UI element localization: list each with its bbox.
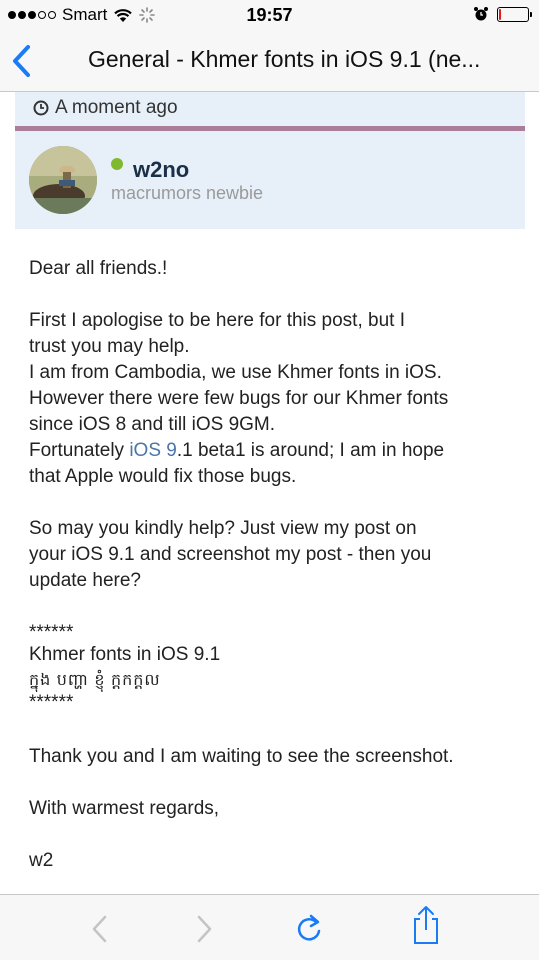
reload-icon [297, 914, 321, 941]
author-name[interactable]: w2no [133, 157, 189, 183]
post-text-line: trust you may help. [29, 336, 190, 357]
browser-toolbar [0, 894, 539, 960]
author-info: w2no macrumors newbie [15, 131, 525, 229]
navigation-bar: General - Khmer fonts in iOS 9.1 (ne... [0, 30, 539, 92]
post-text-line: I am from Cambodia, we use Khmer fonts i… [29, 362, 442, 383]
chevron-left-icon [92, 915, 107, 943]
share-icon [414, 906, 438, 944]
timestamp-label: A moment ago [55, 97, 178, 118]
browser-forward-button[interactable] [186, 911, 222, 947]
post-text-fragment: Fortunately [29, 440, 130, 461]
ios9-link[interactable]: iOS 9 [129, 440, 177, 461]
post-text-line: update here? [29, 570, 141, 591]
post-text-line: your iOS 9.1 and screenshot my post - th… [29, 544, 432, 565]
status-time: 19:57 [246, 5, 293, 25]
post-text-line: However there were few bugs for our Khme… [29, 388, 449, 409]
post-text-line: Fortunately iOS 9.1 beta1 is around; I a… [29, 438, 519, 464]
post-text-stars: ****** [29, 692, 74, 713]
page-title: General - Khmer fonts in iOS 9.1 (ne... [88, 46, 481, 72]
post-text-line: So may you kindly help? Just view my pos… [29, 518, 417, 539]
status-right [473, 6, 532, 22]
status-bar: Smart 19:57 [0, 0, 539, 30]
battery-level [499, 8, 501, 20]
reload-button[interactable] [291, 911, 327, 947]
post-text-fragment: .1 beta1 is around; I am in hope [176, 440, 445, 461]
post-text-regards: With warmest regards, [29, 798, 220, 819]
battery-icon [497, 6, 532, 22]
post-text-greeting: Dear all friends.! [29, 258, 168, 279]
post-meta-bar: A moment ago [15, 92, 525, 126]
avatar-image [29, 146, 97, 214]
avatar[interactable] [29, 146, 97, 214]
online-status-indicator [111, 158, 123, 170]
post-text-line: that Apple would fix those bugs. [29, 466, 297, 487]
post-text-font-label: Khmer fonts in iOS 9.1 [29, 644, 221, 665]
alarm-clock-icon [474, 7, 488, 21]
post-text-thanks: Thank you and I am waiting to see the sc… [29, 746, 454, 767]
browser-back-button[interactable] [82, 911, 118, 947]
post-body: Dear all friends.! First I apologise to … [15, 232, 525, 894]
post-text-line: First I apologise to be here for this po… [29, 310, 405, 331]
post-timestamp[interactable]: A moment ago [33, 97, 178, 119]
post-text-line: since iOS 8 and till iOS 9GM. [29, 414, 276, 435]
share-button[interactable] [408, 906, 444, 944]
chevron-right-icon [197, 915, 212, 943]
back-button[interactable] [8, 42, 38, 80]
chevron-left-icon [13, 45, 30, 77]
post-text-signature: w2 [29, 850, 54, 871]
author-title: macrumors newbie [111, 183, 264, 203]
clock-icon [33, 100, 49, 116]
